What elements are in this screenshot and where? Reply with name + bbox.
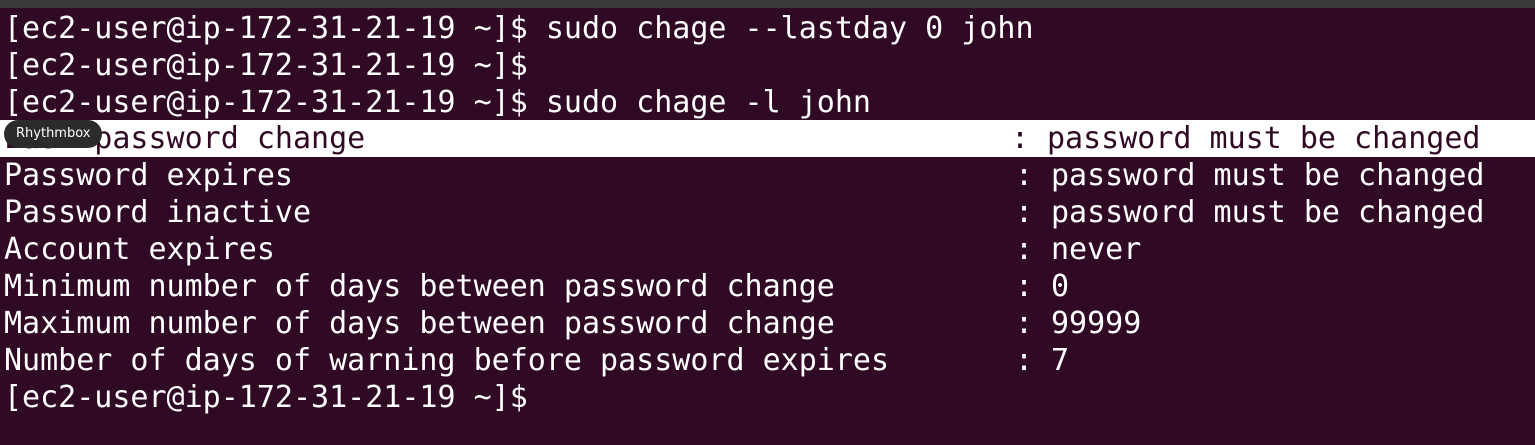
- output-separator: :: [1015, 158, 1034, 193]
- output-row-minimum-days: Minimum number of days between password …: [4, 268, 1069, 305]
- output-value: password must be changed: [1051, 158, 1485, 193]
- output-separator: :: [1011, 121, 1030, 156]
- output-row-maximum-days: Maximum number of days between password …: [4, 305, 1141, 342]
- output-label: Account expires: [4, 232, 275, 267]
- output-separator: :: [1015, 343, 1034, 378]
- output-value: 7: [1051, 343, 1070, 378]
- terminal-line-command-3: [ec2-user@ip-172-31-21-19 ~]$ sudo chage…: [4, 84, 871, 121]
- terminal-line-command-1: [ec2-user@ip-172-31-21-19 ~]$ sudo chage…: [4, 10, 1034, 47]
- output-value: never: [1051, 232, 1142, 267]
- command-text: sudo chage --lastday 0 john: [545, 11, 1034, 46]
- prompt: [ec2-user@ip-172-31-21-19 ~]$: [4, 11, 528, 46]
- output-value: 0: [1051, 269, 1070, 304]
- output-separator: :: [1015, 306, 1034, 341]
- output-value: 99999: [1051, 306, 1142, 341]
- command-text: sudo chage -l john: [545, 85, 871, 120]
- output-label: Maximum number of days between password …: [4, 306, 835, 341]
- output-row-account-expires: Account expires: never: [4, 231, 1141, 268]
- output-label: Password inactive: [4, 195, 312, 230]
- output-row-warning-days: Number of days of warning before passwor…: [4, 342, 1069, 379]
- terminal-line-final-prompt[interactable]: [ec2-user@ip-172-31-21-19 ~]$: [4, 379, 528, 416]
- output-separator: :: [1015, 195, 1034, 230]
- output-label: Number of days of warning before passwor…: [4, 343, 890, 378]
- output-label: Minimum number of days between password …: [4, 269, 835, 304]
- output-value: password must be changed: [1047, 121, 1481, 156]
- output-label: Password expires: [4, 158, 293, 193]
- terminal-line-command-2: [ec2-user@ip-172-31-21-19 ~]$: [4, 47, 528, 84]
- prompt: [ec2-user@ip-172-31-21-19 ~]$: [4, 48, 528, 83]
- output-row-last-password-change: Last password change: password must be ch…: [0, 120, 1535, 157]
- prompt: [ec2-user@ip-172-31-21-19 ~]$: [4, 380, 528, 415]
- output-value: password must be changed: [1051, 195, 1485, 230]
- window-top-edge: [0, 0, 1535, 8]
- rhythmbox-tooltip: Rhythmbox: [4, 120, 103, 148]
- output-separator: :: [1015, 269, 1034, 304]
- terminal-window[interactable]: [ec2-user@ip-172-31-21-19 ~]$ sudo chage…: [0, 8, 1535, 445]
- prompt: [ec2-user@ip-172-31-21-19 ~]$: [4, 85, 528, 120]
- output-separator: :: [1015, 232, 1034, 267]
- output-row-password-inactive: Password inactive: password must be chang…: [4, 194, 1484, 231]
- output-row-password-expires: Password expires: password must be change…: [4, 157, 1484, 194]
